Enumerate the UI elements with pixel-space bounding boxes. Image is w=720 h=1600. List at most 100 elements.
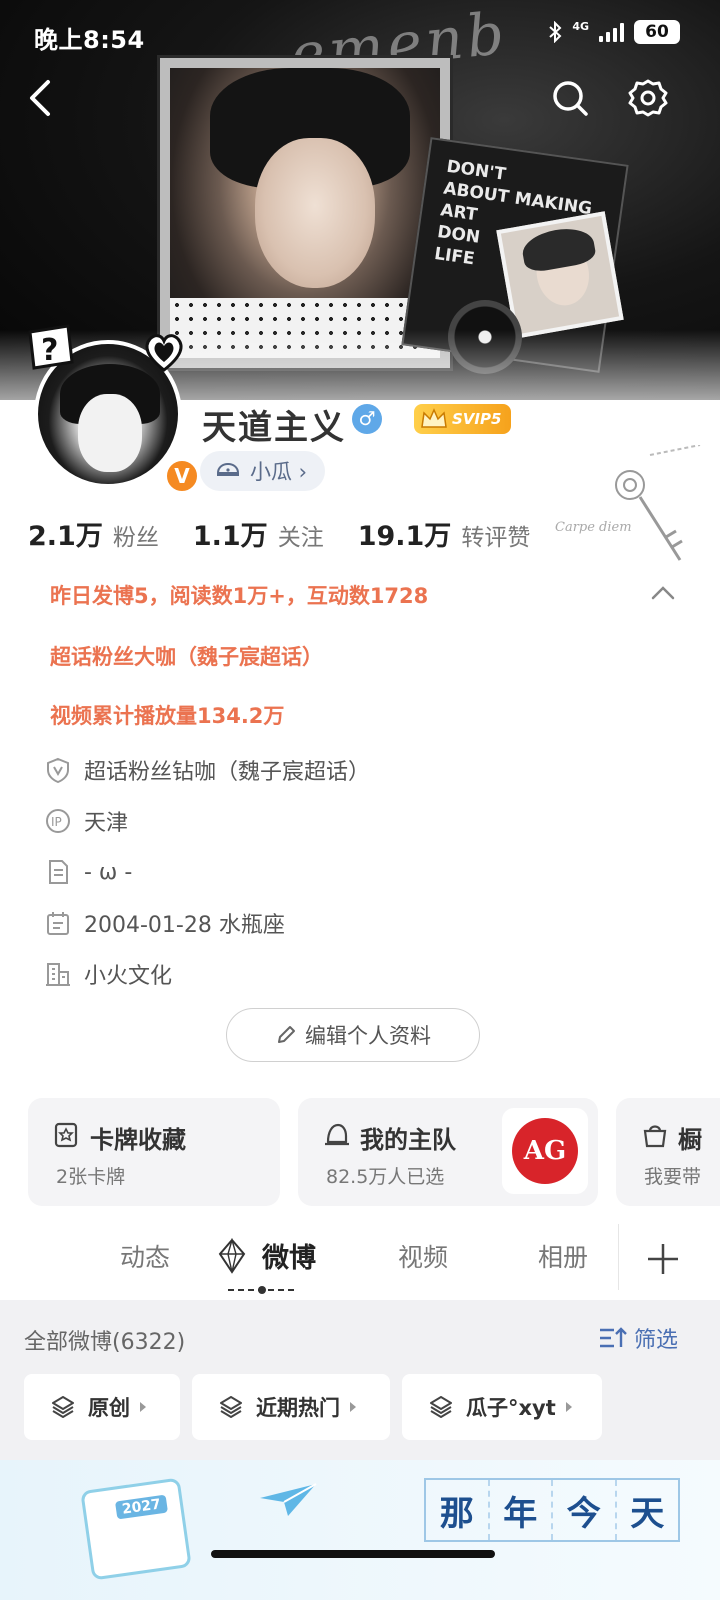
bluetooth-icon [549, 21, 562, 43]
feed-title: 全部微博(6322) [24, 1330, 186, 1355]
stat-label: 关注 [277, 525, 324, 551]
card-subtitle: 我要带 [644, 1166, 702, 1188]
on-this-day-banner[interactable]: 2027 那 年 今 天 [0, 1460, 720, 1600]
info-ip-location: IP 天津 [44, 801, 128, 841]
status-bar: 晚上8:54 4G 60 [0, 0, 720, 66]
stat-followers[interactable]: 2.1万 粉丝 [28, 514, 159, 553]
card-star-icon [54, 1122, 78, 1148]
tab-dynamics[interactable]: 动态 [120, 1238, 170, 1274]
calendar-icon [47, 912, 69, 935]
card-title: 橱 [678, 1126, 702, 1154]
crown-icon [421, 408, 447, 428]
tab-active-indicator [228, 1286, 296, 1294]
shield-v-icon [47, 757, 69, 784]
caret-right-icon [350, 1402, 356, 1412]
company-icon [46, 963, 70, 986]
info-super-fan[interactable]: 超话粉丝钻咖（魏子宸超话） [44, 750, 370, 790]
caret-right-icon [140, 1402, 146, 1412]
svip-label: SVIP5 [452, 410, 502, 428]
username: 天道主义 [202, 408, 346, 448]
pencil-icon [278, 1026, 295, 1043]
chip-custom-group[interactable]: 瓜子°xyt [402, 1374, 602, 1440]
home-indicator[interactable] [211, 1550, 495, 1558]
document-icon [49, 860, 68, 884]
network-type: 4G [572, 19, 589, 33]
chip-original[interactable]: 原创 [24, 1374, 180, 1440]
bag-icon [643, 1125, 667, 1148]
stat-interactions[interactable]: 19.1万 转评赞 [358, 514, 531, 553]
heart-sticker-icon [145, 334, 183, 372]
tab-divider [618, 1224, 619, 1290]
gear-icon[interactable] [626, 76, 670, 120]
layers-icon [52, 1396, 74, 1418]
layers-icon [430, 1396, 452, 1418]
chip-label: 原创 [88, 1396, 130, 1420]
info-text: 超话粉丝钻咖（魏子宸超话） [84, 760, 371, 785]
card-title: 我的主队 [360, 1126, 456, 1154]
promo-char: 年 [490, 1480, 553, 1540]
filter-button[interactable]: 筛选 [598, 1322, 678, 1354]
tag-pill[interactable]: 小瓜 › [200, 451, 326, 491]
promo-char: 天 [630, 1493, 665, 1534]
back-icon[interactable] [22, 76, 66, 120]
stat-label: 粉丝 [112, 525, 159, 551]
card-home-team[interactable]: 我的主队 82.5万人已选 AG [298, 1098, 598, 1206]
card-subtitle: 82.5万人已选 [326, 1166, 445, 1188]
tag-pill-label: 小瓜 › [250, 460, 308, 484]
ip-icon: IP [46, 809, 70, 833]
promo-char: 今 [553, 1480, 617, 1540]
info-text: 天津 [84, 811, 129, 836]
info-text: 小火文化 [84, 964, 173, 989]
search-icon[interactable] [548, 76, 592, 120]
filter-icon [600, 1327, 627, 1348]
caret-right-icon [565, 1402, 572, 1412]
info-text: - ω - [84, 859, 133, 885]
team-logo: AG [502, 1108, 588, 1194]
svip-badge[interactable]: SVIP5 [414, 404, 512, 434]
signature-decoration: Carpe diem [555, 520, 632, 535]
tab-album[interactable]: 相册 [538, 1238, 588, 1274]
info-text: 2004-01-28 水瓶座 [84, 913, 285, 938]
card-title: 卡牌收藏 [90, 1126, 186, 1154]
status-time: 晚上8:54 [34, 26, 145, 54]
stat-label: 转评赞 [461, 525, 531, 551]
stat-following[interactable]: 1.1万 关注 [193, 514, 324, 553]
profile-tabs: 动态 微博 视频 相册 [0, 1214, 720, 1300]
svg-text:IP: IP [51, 815, 62, 829]
highlight-super-fan[interactable]: 超话粉丝大咖（魏子宸超话） [50, 641, 323, 671]
stat-value: 2.1万 [28, 521, 103, 552]
avatar-container[interactable]: ? V [24, 322, 200, 494]
filter-label: 筛选 [634, 1328, 679, 1353]
info-company: 小火文化 [44, 954, 172, 994]
card-subtitle: 2张卡牌 [56, 1166, 126, 1188]
promo-title-grid: 那 年 今 天 [424, 1478, 680, 1542]
info-birthday: 2004-01-28 水瓶座 [44, 903, 285, 943]
question-sticker-icon: ? [28, 324, 74, 370]
melon-icon [216, 462, 240, 476]
paper-plane-icon [260, 1483, 317, 1516]
stat-value: 1.1万 [192, 521, 268, 552]
info-bio: - ω - [44, 852, 132, 892]
highlight-video-plays[interactable]: 视频累计播放量134.2万 [50, 700, 284, 730]
card-showcase[interactable]: 橱 我要带 [616, 1098, 720, 1206]
tab-video[interactable]: 视频 [398, 1238, 448, 1274]
card-collection[interactable]: 卡牌收藏 2张卡牌 [28, 1098, 280, 1206]
gender-male-icon: ♂ [352, 404, 382, 434]
chip-recent-hot[interactable]: 近期热门 [192, 1374, 390, 1440]
battery-icon: 60 [634, 20, 680, 44]
stat-value: 19.1万 [357, 521, 452, 552]
layers-icon [220, 1396, 242, 1418]
calendar-illustration: 2027 [80, 1477, 192, 1581]
chip-label: 近期热门 [256, 1396, 340, 1420]
team-logo-text: AG [512, 1118, 578, 1184]
calendar-year: 2027 [114, 1494, 168, 1520]
collapse-chevron-icon[interactable] [650, 582, 676, 604]
verified-badge-icon: V [164, 458, 200, 494]
edit-profile-button[interactable]: 编辑个人资料 [226, 1008, 480, 1062]
highlight-yesterday[interactable]: 昨日发博5，阅读数1万+，互动数1728 [50, 580, 428, 610]
svg-text:?: ? [41, 333, 58, 368]
plus-icon[interactable] [644, 1240, 682, 1278]
key-decoration-icon [615, 445, 701, 561]
tab-weibo[interactable]: 微博 [262, 1236, 316, 1275]
chip-label: 瓜子°xyt [466, 1396, 556, 1420]
